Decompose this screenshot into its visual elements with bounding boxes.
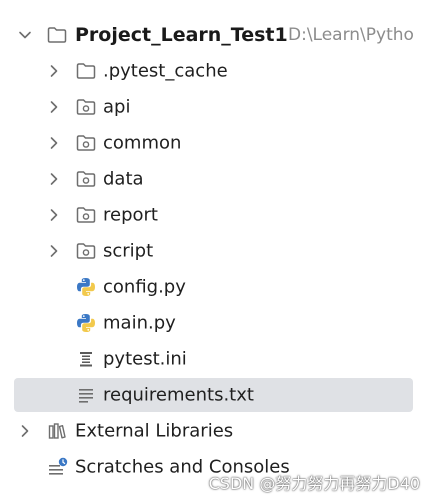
tree-row-common[interactable]: common <box>0 125 426 161</box>
tree-item-label: config.py <box>103 276 186 298</box>
external-libraries-label: External Libraries <box>75 420 234 442</box>
tree-item-label: data <box>103 168 144 190</box>
chevron-right-icon[interactable] <box>46 171 62 187</box>
package-folder-icon <box>75 132 97 154</box>
tree-item-label: api <box>103 96 131 118</box>
tree-row-pytest-cache[interactable]: .pytest_cache <box>0 53 426 89</box>
ini-file-icon <box>75 348 97 370</box>
tree-item-label: .pytest_cache <box>103 60 228 82</box>
tree-row-data[interactable]: data <box>0 161 426 197</box>
scratches-icon <box>46 456 68 478</box>
tree-row-api[interactable]: api <box>0 89 426 125</box>
package-folder-icon <box>75 96 97 118</box>
project-root-path: D:\Learn\Pytho <box>288 25 414 45</box>
project-root-name: Project_Learn_Test1 <box>75 24 288 46</box>
chevron-right-icon[interactable] <box>17 423 33 439</box>
tree-item-label: requirements.txt <box>103 384 254 406</box>
library-icon <box>46 420 68 442</box>
chevron-right-icon[interactable] <box>46 207 62 223</box>
chevron-right-icon[interactable] <box>46 63 62 79</box>
watermark: CSDN @努力努力再努力D40 <box>208 474 420 493</box>
package-folder-icon <box>75 204 97 226</box>
package-folder-icon <box>75 240 97 262</box>
tree-item-label: main.py <box>103 312 176 334</box>
tree-row-script[interactable]: script <box>0 233 426 269</box>
chevron-right-icon[interactable] <box>46 243 62 259</box>
python-file-icon <box>75 312 97 334</box>
tree-row-report[interactable]: report <box>0 197 426 233</box>
python-file-icon <box>75 276 97 298</box>
chevron-right-icon[interactable] <box>46 99 62 115</box>
tree-row-requirements-txt[interactable]: requirements.txt <box>0 377 426 413</box>
tree-row-pytest-ini[interactable]: pytest.ini <box>0 341 426 377</box>
tree-item-label: script <box>103 240 154 262</box>
tree-row-main-py[interactable]: main.py <box>0 305 426 341</box>
tree-item-label: common <box>103 132 182 154</box>
tree-row-project-root[interactable]: Project_Learn_Test1 D:\Learn\Pytho <box>0 17 426 53</box>
text-file-icon <box>75 384 97 406</box>
chevron-right-icon[interactable] <box>46 135 62 151</box>
project-tree: Project_Learn_Test1 D:\Learn\Pytho .pyte… <box>0 0 426 500</box>
tree-item-label: report <box>103 204 158 226</box>
folder-icon <box>46 24 68 46</box>
chevron-down-icon[interactable] <box>17 27 33 43</box>
tree-item-label: pytest.ini <box>103 348 187 370</box>
folder-icon <box>75 60 97 82</box>
package-folder-icon <box>75 168 97 190</box>
tree-row-external-libraries[interactable]: External Libraries <box>0 413 426 449</box>
tree-row-config-py[interactable]: config.py <box>0 269 426 305</box>
